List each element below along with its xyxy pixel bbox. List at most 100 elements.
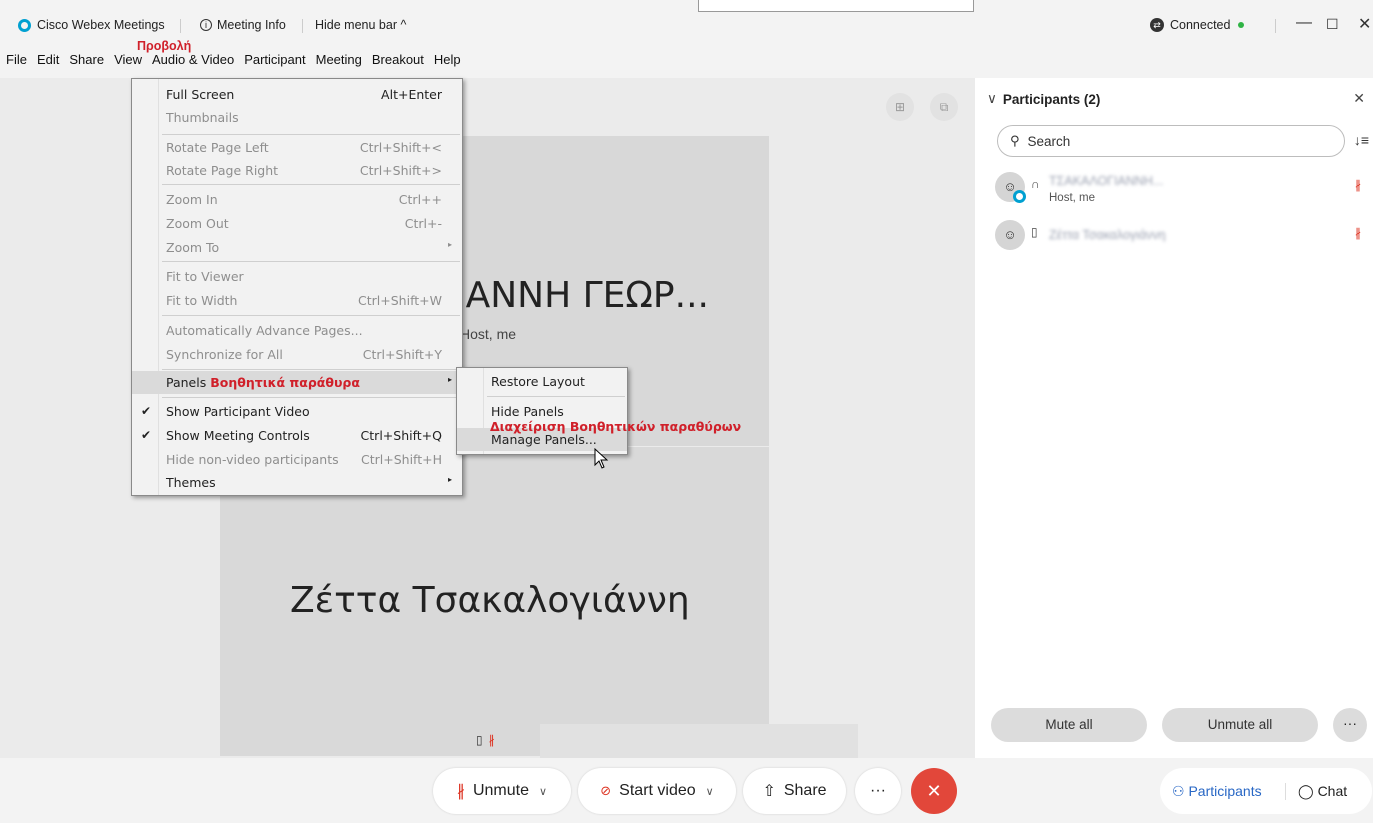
- menu-separator: [162, 397, 460, 398]
- mute-all-button[interactable]: Mute all: [991, 708, 1147, 742]
- menu-item-zoom-out[interactable]: Zoom Out Ctrl+-: [132, 212, 462, 235]
- more-options-button[interactable]: ···: [1333, 708, 1367, 742]
- menu-item-shortcut: Ctrl+Shift+H: [361, 452, 442, 467]
- submenu-arrow-icon: ▸: [447, 375, 452, 384]
- participant-row[interactable]: ☺ ∩ ΤΣΑΚΑΛΟΓΙΑΝΝΗ... Host, me ∦: [995, 172, 1365, 208]
- panels-label: Panels: [166, 375, 207, 390]
- menu-item-zoom-to[interactable]: Zoom To ▸: [132, 236, 462, 259]
- participant-search-input[interactable]: ⚲ Search: [997, 125, 1345, 157]
- menu-item-show-meeting-controls[interactable]: ✔ Show Meeting Controls Ctrl+Shift+Q: [132, 424, 462, 447]
- menu-view[interactable]: View: [109, 52, 147, 72]
- menu-item-label: Full Screen: [166, 87, 235, 102]
- menu-item-thumbnails[interactable]: Thumbnails: [132, 106, 462, 129]
- menu-edit[interactable]: Edit: [32, 52, 64, 72]
- popout-layout-icon[interactable]: ⧉: [930, 93, 958, 121]
- tab-participants[interactable]: ⚇ Participants: [1160, 782, 1286, 800]
- maximize-icon[interactable]: ☐: [1326, 16, 1339, 33]
- headset-icon: ∩: [1031, 177, 1040, 191]
- share-label: Share: [783, 782, 827, 799]
- participant-name: Ζέττα Τσακαλογιάννη: [1049, 228, 1166, 242]
- muted-mic-icon[interactable]: ∦: [1355, 226, 1361, 240]
- menu-file[interactable]: File: [0, 52, 32, 72]
- chat-icon: ◯: [1298, 782, 1314, 799]
- menu-item-shortcut: Ctrl+-: [404, 216, 442, 231]
- meeting-info-button[interactable]: i Meeting Info: [200, 18, 286, 32]
- close-icon: ✕: [926, 781, 942, 801]
- minimize-icon[interactable]: —: [1296, 14, 1312, 32]
- webex-logo-icon: [18, 18, 31, 32]
- menu-item-panels[interactable]: Panels Βοηθητικά παράθυρα ▸: [132, 371, 462, 394]
- more-icon: ···: [870, 782, 886, 799]
- muted-mic-icon[interactable]: ∦: [1355, 178, 1361, 192]
- menu-meeting[interactable]: Meeting: [311, 52, 367, 72]
- menu-participant[interactable]: Participant: [239, 52, 310, 72]
- menu-item-label: Panels Βοηθητικά παράθυρα: [166, 375, 360, 390]
- unmute-all-button[interactable]: Unmute all: [1162, 708, 1318, 742]
- menu-breakout[interactable]: Breakout: [367, 52, 429, 72]
- grid-layout-icon[interactable]: ⊞: [886, 93, 914, 121]
- muted-mic-icon: ∦: [456, 783, 465, 800]
- menu-item-label: Hide non-video participants: [166, 452, 339, 467]
- manage-panels-annotation: Διαχείριση Βοηθητικών παραθύρων: [490, 419, 742, 434]
- end-meeting-button[interactable]: ✕: [911, 768, 957, 814]
- menu-item-themes[interactable]: Themes ▸: [132, 471, 462, 494]
- video-off-icon: ⊘: [600, 783, 612, 798]
- menu-item-rotate-right[interactable]: Rotate Page Right Ctrl+Shift+>: [132, 159, 462, 182]
- menu-item-label: Fit to Viewer: [166, 269, 244, 284]
- start-video-button[interactable]: ⊘ Start video ∨: [578, 768, 736, 814]
- chevron-up-icon: ^: [400, 18, 407, 32]
- share-button[interactable]: ⇧ Share: [743, 768, 846, 814]
- menu-item-shortcut: Alt+Enter: [381, 87, 442, 102]
- chevron-down-icon[interactable]: ∨: [539, 785, 547, 798]
- menu-item-show-participant-video[interactable]: ✔ Show Participant Video: [132, 400, 462, 423]
- info-icon: i: [200, 19, 212, 31]
- connection-status[interactable]: ⇄ Connected: [1150, 18, 1245, 32]
- menu-separator: [162, 261, 460, 262]
- menu-item-auto-advance[interactable]: Automatically Advance Pages...: [132, 319, 462, 342]
- menu-item-full-screen[interactable]: Full Screen Alt+Enter: [132, 83, 462, 106]
- menu-item-fit-viewer[interactable]: Fit to Viewer: [132, 265, 462, 288]
- participants-header[interactable]: ∨ Participants (2): [987, 91, 1100, 107]
- menu-item-hide-nonvideo[interactable]: Hide non-video participants Ctrl+Shift+H: [132, 448, 462, 471]
- tab-chat[interactable]: ◯ Chat: [1286, 783, 1347, 800]
- tile-strip: [540, 724, 858, 758]
- menu-item-rotate-left[interactable]: Rotate Page Left Ctrl+Shift+<: [132, 136, 462, 159]
- menu-separator: [162, 369, 460, 370]
- title-separator: [180, 19, 181, 33]
- menu-item-zoom-in[interactable]: Zoom In Ctrl++: [132, 188, 462, 211]
- participant-row[interactable]: ☺ ▯ Ζέττα Τσακαλογιάννη ∦: [995, 220, 1365, 256]
- title-separator: [1275, 19, 1276, 33]
- menu-separator: [162, 134, 460, 135]
- menu-audio-video[interactable]: Audio & Video: [147, 52, 239, 72]
- menu-item-shortcut: Ctrl+Shift+Q: [360, 428, 442, 443]
- tile-status-icons: ▯ ∦: [476, 733, 495, 747]
- host-badge-icon: [1013, 190, 1026, 203]
- avatar: ☺: [995, 220, 1025, 250]
- title-separator: [302, 19, 303, 33]
- menu-item-label: Synchronize for All: [166, 347, 283, 362]
- menu-item-fit-width[interactable]: Fit to Width Ctrl+Shift+W: [132, 289, 462, 312]
- close-panel-icon[interactable]: ✕: [1353, 90, 1365, 107]
- chevron-down-icon[interactable]: ∨: [706, 785, 714, 798]
- menu-item-shortcut: Ctrl+Shift+>: [359, 163, 442, 178]
- menu-item-label: Themes: [166, 475, 216, 490]
- share-window-outline: [698, 0, 974, 12]
- hide-menu-bar-button[interactable]: Hide menu bar ^: [315, 18, 406, 32]
- mouse-cursor-icon: [594, 448, 609, 469]
- start-video-label: Start video: [619, 782, 696, 799]
- close-icon[interactable]: ✕: [1358, 14, 1371, 34]
- menu-item-shortcut: Ctrl+Shift+<: [359, 140, 442, 155]
- menu-separator: [162, 315, 460, 316]
- menu-item-shortcut: Ctrl+Shift+Y: [362, 347, 442, 362]
- menu-share[interactable]: Share: [64, 52, 109, 72]
- unmute-button[interactable]: ∦ Unmute ∨: [433, 768, 571, 814]
- menu-help[interactable]: Help: [429, 52, 466, 72]
- menu-item-restore-layout[interactable]: Restore Layout: [457, 370, 627, 393]
- phone-icon: ▯: [1031, 225, 1038, 239]
- sort-icon[interactable]: ↓≡: [1354, 132, 1369, 148]
- menu-item-synchronize[interactable]: Synchronize for All Ctrl+Shift+Y: [132, 343, 462, 366]
- title-bar: Cisco Webex Meetings i Meeting Info Hide…: [0, 0, 1373, 34]
- more-button[interactable]: ···: [855, 768, 901, 814]
- view-menu: Full Screen Alt+Enter Thumbnails Rotate …: [131, 78, 463, 496]
- tab-participants-label: Participants: [1188, 782, 1262, 799]
